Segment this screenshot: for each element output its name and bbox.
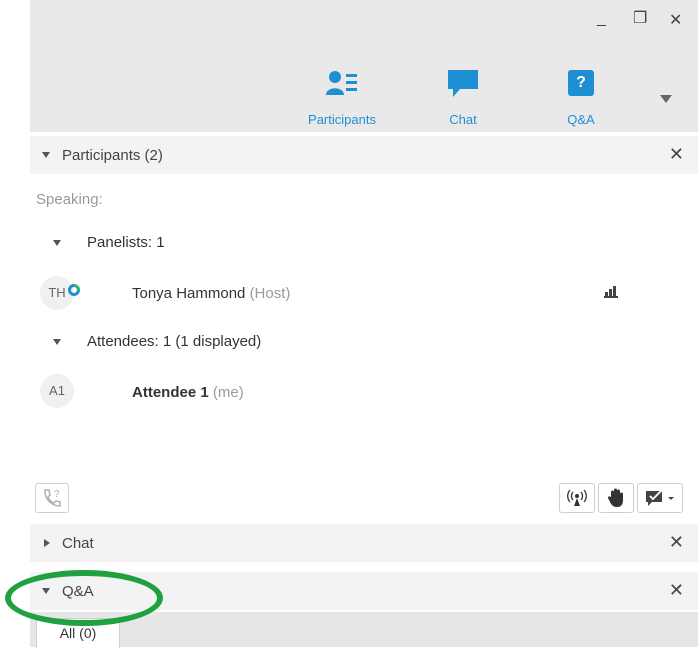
chat-bubble-icon bbox=[448, 70, 478, 97]
close-window-button[interactable]: ✕ bbox=[669, 10, 682, 30]
participant-name: Tonya Hammond bbox=[132, 285, 246, 302]
participant-tag: (me) bbox=[212, 384, 244, 401]
broadcast-button[interactable] bbox=[559, 483, 595, 513]
chat-section-title: Chat bbox=[62, 535, 94, 552]
participants-tool-button[interactable]: Participants bbox=[300, 70, 384, 127]
avatar: A1 bbox=[40, 374, 74, 408]
participants-icon bbox=[326, 71, 357, 95]
participant-row-attendee[interactable]: Attendee 1 (me) bbox=[132, 384, 244, 401]
qa-section-title: Q&A bbox=[62, 583, 94, 600]
feedback-menu-button[interactable] bbox=[637, 483, 683, 513]
restore-button[interactable]: ❐ bbox=[633, 8, 647, 28]
phone-question-icon: ? bbox=[44, 489, 61, 507]
panelists-collapse-icon[interactable] bbox=[53, 240, 61, 246]
svg-text:?: ? bbox=[54, 489, 60, 500]
minimize-button[interactable]: _ bbox=[597, 10, 606, 28]
participant-name: Attendee 1 bbox=[132, 384, 209, 401]
toolbar-more-chevron-icon[interactable] bbox=[660, 95, 672, 103]
avatar-initials: TH bbox=[48, 285, 66, 300]
raise-hand-button[interactable] bbox=[598, 483, 634, 513]
panelists-group-label: Panelists: 1 bbox=[87, 234, 165, 251]
collapse-arrow-icon[interactable] bbox=[42, 588, 50, 594]
collapse-arrow-icon[interactable] bbox=[42, 152, 50, 158]
participants-section-title: Participants (2) bbox=[62, 147, 163, 164]
expand-arrow-icon[interactable] bbox=[44, 539, 50, 547]
broadcast-icon bbox=[567, 489, 587, 506]
qa-section-header[interactable]: Q&A ✕ bbox=[30, 572, 698, 610]
participant-row-tonya[interactable]: Tonya Hammond (Host) bbox=[132, 285, 290, 302]
tab-all[interactable]: All (0) bbox=[36, 618, 120, 648]
close-chat-icon[interactable]: ✕ bbox=[669, 532, 684, 553]
chat-tool-button[interactable]: Chat bbox=[434, 70, 492, 127]
chat-section-header[interactable]: Chat ✕ bbox=[30, 524, 698, 562]
call-me-button[interactable]: ? bbox=[35, 483, 69, 513]
close-qa-icon[interactable]: ✕ bbox=[669, 580, 684, 601]
participant-role: (Host) bbox=[249, 285, 291, 302]
close-participants-icon[interactable]: ✕ bbox=[669, 144, 684, 165]
status-ring-icon bbox=[68, 284, 80, 296]
speaking-label: Speaking: bbox=[36, 191, 103, 208]
attendees-collapse-icon[interactable] bbox=[53, 339, 61, 345]
qa-tab-bar bbox=[30, 612, 698, 647]
feedback-check-icon bbox=[646, 489, 674, 506]
qa-tool-label: Q&A bbox=[567, 112, 595, 127]
qa-tool-button[interactable]: ? Q&A bbox=[556, 70, 606, 127]
avatar-initials: A1 bbox=[49, 383, 65, 398]
chat-tool-label: Chat bbox=[449, 112, 477, 127]
participants-tool-label: Participants bbox=[308, 112, 376, 127]
raise-hand-icon bbox=[608, 488, 623, 507]
question-icon: ? bbox=[568, 70, 594, 96]
attendees-group-label: Attendees: 1 (1 displayed) bbox=[87, 333, 262, 350]
participants-section-header[interactable]: Participants (2) ✕ bbox=[30, 136, 698, 174]
audio-level-icon bbox=[604, 286, 618, 298]
